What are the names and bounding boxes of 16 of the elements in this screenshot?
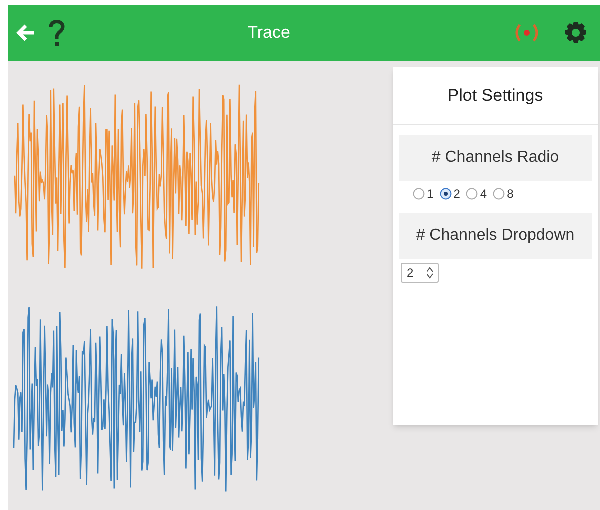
- channels-dropdown[interactable]: 2: [401, 263, 439, 283]
- radio-option[interactable]: 2: [440, 185, 460, 203]
- radio-button[interactable]: [493, 188, 506, 200]
- panel-title: Plot Settings: [448, 84, 544, 107]
- section-heading: # Channels Dropdown: [416, 226, 575, 246]
- help-icon[interactable]: [48, 18, 66, 48]
- settings-icon[interactable]: [564, 21, 588, 45]
- radio-option[interactable]: 1: [413, 185, 434, 203]
- section-heading: # Channels Radio: [432, 148, 560, 168]
- radio-option[interactable]: 4: [466, 185, 488, 203]
- radio-button[interactable]: [440, 188, 452, 200]
- radio-button[interactable]: [466, 188, 478, 200]
- radio-option[interactable]: 8: [493, 185, 514, 203]
- radio-button[interactable]: [413, 188, 425, 200]
- header-title: Trace: [248, 22, 290, 44]
- stepper-icon: [427, 267, 433, 279]
